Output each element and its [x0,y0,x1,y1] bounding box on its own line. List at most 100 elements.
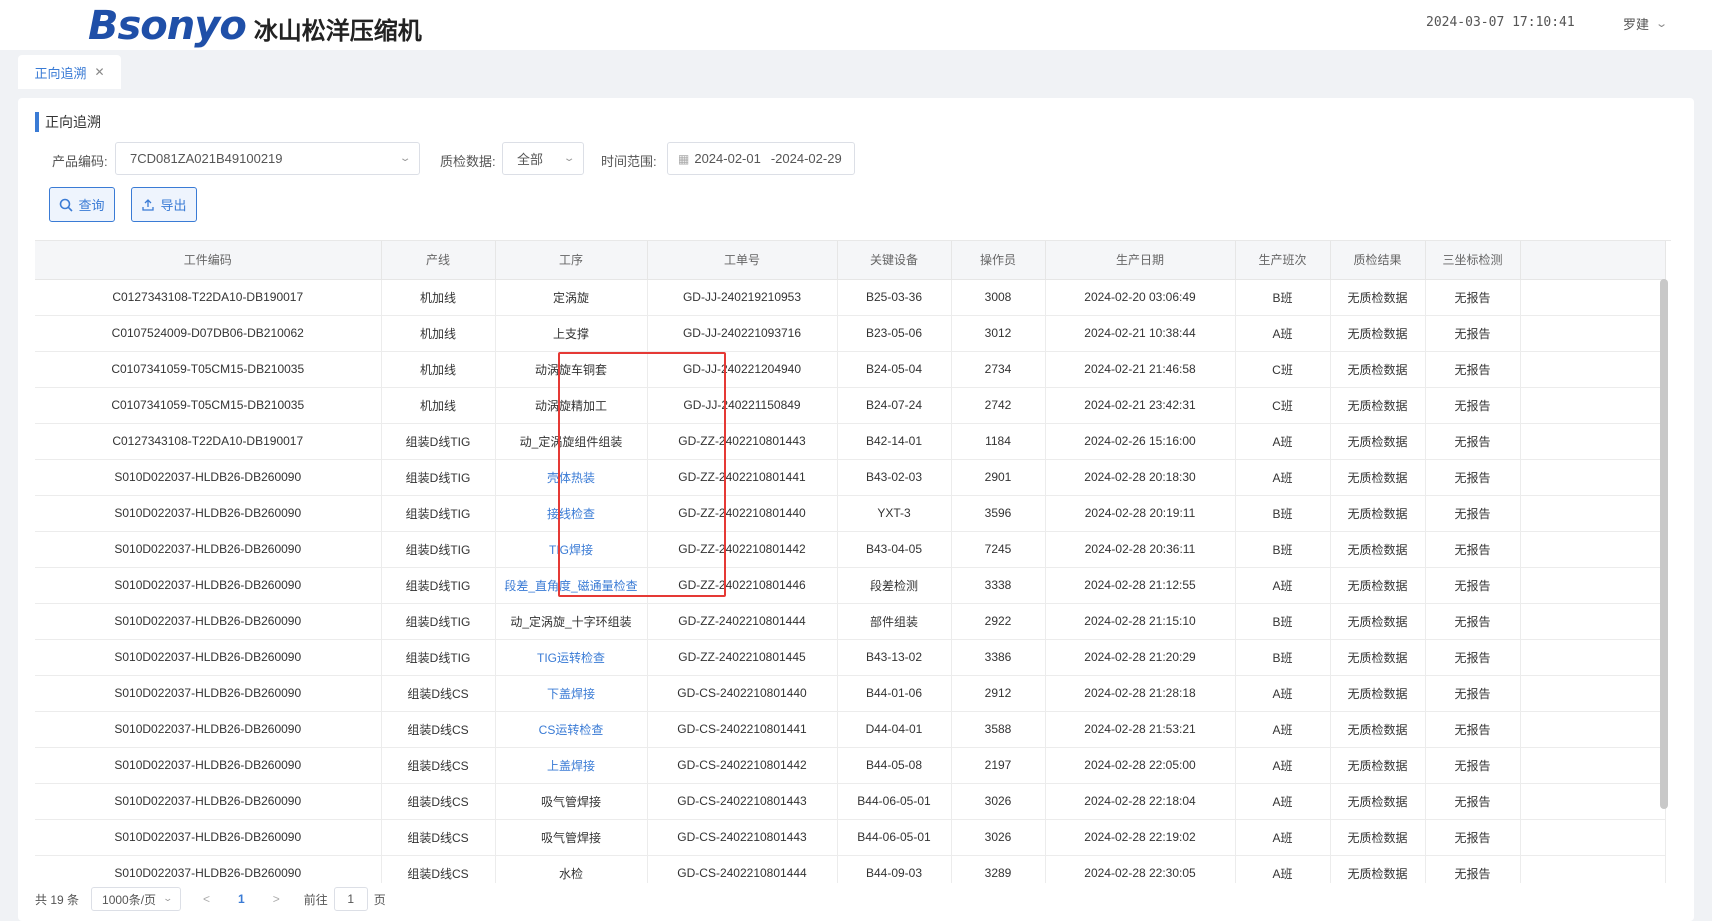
cell-qc-result: 无质检数据 [1330,351,1426,388]
cell-filler [1520,639,1666,676]
cell-work-order: GD-ZZ-2402210801446 [647,567,838,604]
cell-part-code: C0107341059-T05CM15-DB210035 [35,387,382,424]
page-size-select[interactable]: 1000条/页 ⌄ [91,887,182,911]
cell-production-date: 2024-02-21 23:42:31 [1045,387,1236,424]
cell-shift: A班 [1235,315,1331,352]
next-page-button[interactable]: > [273,892,280,906]
table-header-row: 工件编码 产线 工序 工单号 关键设备 操作员 生产日期 生产班次 质检结果 三… [35,241,1666,280]
cell-qc-result: 无质检数据 [1330,603,1426,640]
cell-qc-result: 无质检数据 [1330,747,1426,784]
cell-process[interactable]: TIG运转检查 [495,639,648,676]
cell-process[interactable]: TIG焊接 [495,531,648,568]
table-row[interactable]: S010D022037-HLDB26-DB260090 组装D线TIG TIG运转检… [35,639,1666,676]
table-row[interactable]: S010D022037-HLDB26-DB260090 组装D线CS 下盖焊接 GD-… [35,675,1666,712]
col-header-key-equipment[interactable]: 关键设备 [837,241,952,280]
table-row[interactable]: S010D022037-HLDB26-DB260090 组装D线TIG 段差_直角度… [35,567,1666,604]
table-row[interactable]: S010D022037-HLDB26-DB260090 组装D线CS 水检 GD-CS… [35,855,1666,883]
prev-page-button[interactable]: < [203,892,210,906]
time-range-picker[interactable]: ▦ 2024-02-01 -2024-02-29 [667,142,855,175]
table-row[interactable]: S010D022037-HLDB26-DB260090 组装D线TIG 壳体热装 GD… [35,459,1666,496]
cell-part-code: S010D022037-HLDB26-DB260090 [35,747,382,784]
page-size-value: 1000条/页 [102,892,157,907]
goto-page-input[interactable]: 1 [333,887,368,911]
cell-process: 上支撑 [495,315,648,352]
col-header-part-code[interactable]: 工件编码 [35,241,382,280]
col-header-qc-result[interactable]: 质检结果 [1330,241,1426,280]
table-row[interactable]: S010D022037-HLDB26-DB260090 组装D线CS 吸气管焊接 GD… [35,819,1666,856]
qc-data-select[interactable]: 全部 ⌄ [502,142,584,175]
cell-process[interactable]: 接线检查 [495,495,648,532]
product-code-select[interactable]: 7CD081ZA021B49100219 ⌄ [115,142,420,175]
cell-filler [1520,531,1666,568]
vertical-scrollbar[interactable] [1660,279,1668,809]
cell-process[interactable]: 下盖焊接 [495,675,648,712]
cell-operator: 3289 [951,855,1046,883]
close-icon[interactable]: ✕ [94,65,104,79]
cell-shift: A班 [1235,423,1331,460]
table-row[interactable]: S010D022037-HLDB26-DB260090 组装D线TIG 接线检查 GD… [35,495,1666,532]
export-button[interactable]: 导出 [131,187,197,222]
cell-work-order: GD-ZZ-2402210801443 [647,423,838,460]
time-start: 2024-02-01 [694,151,761,166]
cell-process[interactable]: 段差_直角度_磁通量检查 [495,567,648,604]
cell-shift: A班 [1235,819,1331,856]
cell-key-equipment: B44-06-05-01 [837,819,952,856]
col-header-process[interactable]: 工序 [495,241,648,280]
cell-part-code: S010D022037-HLDB26-DB260090 [35,675,382,712]
cell-operator: 3596 [951,495,1046,532]
cell-process[interactable]: 壳体热装 [495,459,648,496]
table-row[interactable]: S010D022037-HLDB26-DB260090 组装D线TIG TIG焊接 G… [35,531,1666,568]
cell-qc-result: 无质检数据 [1330,855,1426,883]
tab-forward-trace[interactable]: 正向追溯 ✕ [18,55,121,89]
table-row[interactable]: C0107524009-D07DB06-DB210062 机加线 上支撑 GD-JJ-… [35,315,1666,352]
table-row[interactable]: C0127343108-T22DA10-DB190017 组装D线TIG 动_定涡旋… [35,423,1666,460]
table-row[interactable]: S010D022037-HLDB26-DB260090 组装D线CS CS运转检查 G… [35,711,1666,748]
cell-part-code: S010D022037-HLDB26-DB260090 [35,531,382,568]
cell-cmm: 无报告 [1425,603,1521,640]
cell-shift: C班 [1235,387,1331,424]
time-end: -2024-02-29 [770,151,842,166]
chevron-down-icon: ⌄ [398,153,412,164]
col-header-work-order[interactable]: 工单号 [647,241,838,280]
table-row[interactable]: S010D022037-HLDB26-DB260090 组装D线CS 上盖焊接 GD-… [35,747,1666,784]
filter-row: 产品编码: 7CD081ZA021B49100219 ⌄ 质检数据: 全部 ⌄ … [18,142,1694,176]
col-header-line[interactable]: 产线 [381,241,496,280]
cell-work-order: GD-JJ-240221204940 [647,351,838,388]
cell-operator: 3386 [951,639,1046,676]
cell-cmm: 无报告 [1425,315,1521,352]
cell-filler [1520,855,1666,883]
trace-table-wrap[interactable]: 工件编码 产线 工序 工单号 关键设备 操作员 生产日期 生产班次 质检结果 三… [35,240,1671,883]
table-row[interactable]: C0127343108-T22DA10-DB190017 机加线 定涡旋 GD-JJ-… [35,279,1666,316]
table-row[interactable]: S010D022037-HLDB26-DB260090 组装D线CS 吸气管焊接 GD… [35,783,1666,820]
cell-production-date: 2024-02-28 21:53:21 [1045,711,1236,748]
cell-part-code: C0107341059-T05CM15-DB210035 [35,351,382,388]
cell-process[interactable]: 上盖焊接 [495,747,648,784]
table-row[interactable]: C0107341059-T05CM15-DB210035 机加线 动涡旋车铜套 GD-… [35,351,1666,388]
cell-production-date: 2024-02-21 10:38:44 [1045,315,1236,352]
export-label: 导出 [160,198,187,213]
calendar-icon: ▦ [678,151,690,166]
query-button[interactable]: 查询 [49,187,115,222]
chevron-down-icon: ⌄ [1655,18,1669,30]
cell-filler [1520,675,1666,712]
col-header-cmm[interactable]: 三坐标检测 [1425,241,1521,280]
table-row[interactable]: C0107341059-T05CM15-DB210035 机加线 动涡旋精加工 GD-… [35,387,1666,424]
col-header-operator[interactable]: 操作员 [951,241,1046,280]
cell-process[interactable]: CS运转检查 [495,711,648,748]
qc-data-label: 质检数据: [440,154,496,169]
current-page[interactable]: 1 [238,892,245,906]
section-title-text: 正向追溯 [45,114,101,130]
cell-operator: 7245 [951,531,1046,568]
col-header-shift[interactable]: 生产班次 [1235,241,1331,280]
cell-production-date: 2024-02-26 15:16:00 [1045,423,1236,460]
main-panel: 正向追溯 产品编码: 7CD081ZA021B49100219 ⌄ 质检数据: … [18,98,1694,921]
table-row[interactable]: S010D022037-HLDB26-DB260090 组装D线TIG 动_定涡旋_… [35,603,1666,640]
cell-operator: 2922 [951,603,1046,640]
cell-production-date: 2024-02-28 20:36:11 [1045,531,1236,568]
brand-logo: Bsonyo 冰山松洋压缩机 [88,3,422,49]
query-label: 查询 [78,198,105,213]
col-header-production-date[interactable]: 生产日期 [1045,241,1236,280]
cell-process: 吸气管焊接 [495,783,648,820]
user-menu[interactable]: 罗建 ⌄ [1623,14,1669,33]
cell-process: 水检 [495,855,648,883]
